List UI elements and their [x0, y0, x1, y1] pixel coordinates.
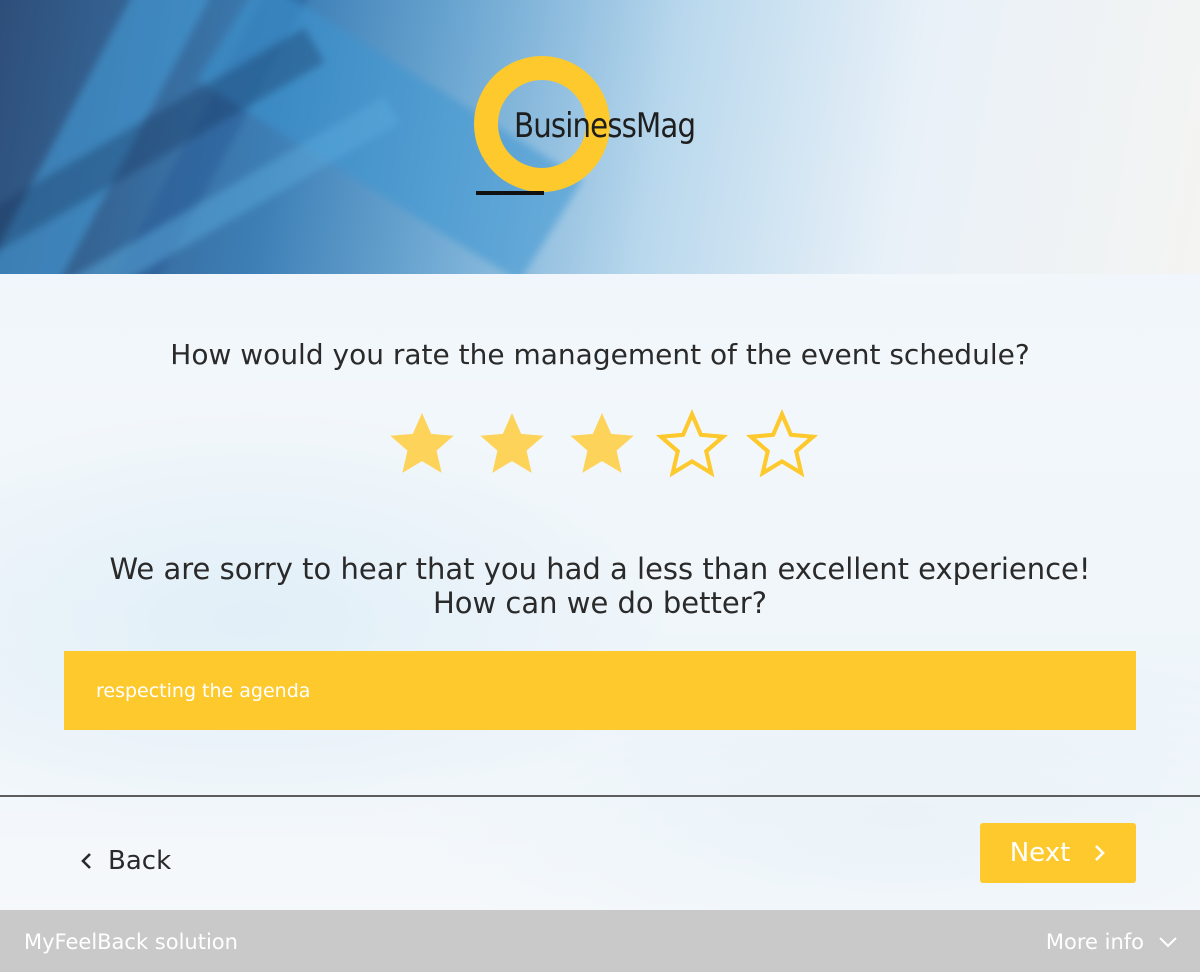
chevron-down-icon — [1159, 937, 1177, 948]
star-1-filled-icon[interactable] — [384, 406, 460, 482]
followup-line-1: We are sorry to hear that you had a less… — [109, 552, 1091, 586]
star-5-empty-icon[interactable] — [744, 406, 820, 482]
header-banner: BusinessMag — [0, 0, 1200, 274]
feedback-answer-input[interactable] — [64, 651, 1136, 730]
next-label: Next — [1009, 838, 1071, 868]
back-button[interactable]: Back — [80, 838, 171, 884]
star-4-empty-icon[interactable] — [654, 406, 730, 482]
logo-text: BusinessMag — [514, 106, 696, 146]
star-rating — [384, 406, 824, 486]
next-button[interactable]: Next — [980, 823, 1136, 883]
followup-line-2: How can we do better? — [432, 586, 768, 620]
businessmag-logo: BusinessMag — [474, 56, 734, 218]
question-text: How would you rate the management of the… — [170, 338, 1030, 371]
chevron-left-icon — [81, 853, 91, 869]
more-info-toggle[interactable]: More info — [1046, 930, 1178, 954]
footer-brand-text: MyFeelBack solution — [24, 930, 238, 954]
chevron-right-icon — [1095, 845, 1106, 861]
nav-divider — [0, 795, 1200, 797]
back-label: Back — [108, 846, 172, 876]
star-3-filled-icon[interactable] — [564, 406, 640, 482]
star-2-filled-icon[interactable] — [474, 406, 550, 482]
more-info-label: More info — [1045, 930, 1144, 954]
followup-question: We are sorry to hear that you had a less… — [0, 552, 1200, 620]
logo-underline — [476, 191, 544, 195]
footer-bar: MyFeelBack solution More info — [0, 910, 1200, 972]
